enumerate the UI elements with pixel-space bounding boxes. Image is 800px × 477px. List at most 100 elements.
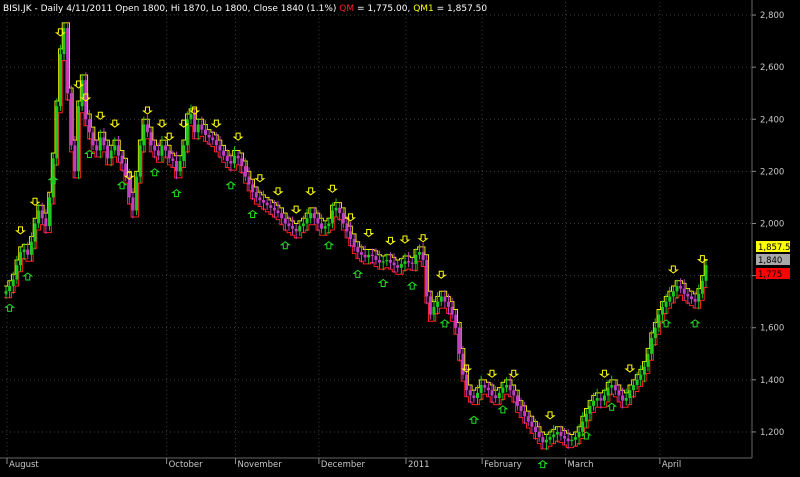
candle-body[interactable] [145, 124, 149, 133]
candle-body[interactable] [116, 145, 120, 156]
candle-body[interactable] [461, 353, 465, 375]
candle-body[interactable] [203, 129, 207, 135]
candle-body[interactable] [417, 252, 421, 255]
candle-body[interactable] [29, 241, 33, 255]
candle-body[interactable] [40, 210, 44, 219]
candle-body[interactable] [193, 114, 197, 133]
candle-body[interactable] [421, 252, 425, 260]
candle-body[interactable] [58, 54, 62, 107]
candle-body[interactable] [153, 145, 157, 151]
candle-body[interactable] [650, 338, 654, 354]
candle-body[interactable] [617, 390, 621, 396]
candle-body[interactable] [276, 210, 280, 214]
candle-body[interactable] [113, 145, 117, 151]
candle-body[interactable] [48, 197, 52, 227]
candle-body[interactable] [425, 259, 429, 297]
candle-body[interactable] [287, 223, 291, 227]
candle-body[interactable] [675, 286, 679, 292]
candle-body[interactable] [334, 207, 338, 211]
candle-body[interactable] [138, 145, 142, 177]
candle-body[interactable] [599, 398, 603, 401]
candle-body[interactable] [135, 176, 139, 211]
candle-body[interactable] [432, 306, 436, 315]
candle-body[interactable] [512, 390, 516, 396]
stock-chart-window[interactable]: 1,2001,4001,6001,8002,0002,2002,4002,600… [0, 0, 800, 477]
candle-body[interactable] [55, 106, 59, 159]
candle-body[interactable] [258, 197, 262, 201]
candle-body[interactable] [505, 385, 509, 388]
candle-body[interactable] [182, 145, 186, 161]
candle-body[interactable] [653, 327, 657, 339]
candle-body[interactable] [265, 202, 269, 206]
candle-body[interactable] [102, 137, 106, 146]
candle-body[interactable] [26, 249, 30, 255]
candle-body[interactable] [573, 437, 577, 440]
candle-body[interactable] [635, 379, 639, 386]
candle-body[interactable] [606, 387, 610, 396]
candle-body[interactable] [468, 390, 472, 396]
candle-body[interactable] [149, 132, 153, 146]
candle-body[interactable] [396, 265, 400, 268]
candle-body[interactable] [403, 261, 407, 264]
candle-body[interactable] [269, 205, 273, 208]
candle-body[interactable] [4, 291, 8, 294]
candle-body[interactable] [124, 163, 128, 177]
candle-body[interactable] [142, 124, 146, 146]
candle-body[interactable] [236, 155, 240, 159]
candle-body[interactable] [450, 306, 454, 315]
candle-body[interactable] [218, 145, 222, 151]
candle-body[interactable] [316, 218, 320, 224]
candle-body[interactable] [483, 385, 487, 388]
candle-body[interactable] [243, 166, 247, 177]
candle-body[interactable] [501, 387, 505, 393]
candle-body[interactable] [222, 150, 226, 156]
candle-body[interactable] [80, 80, 84, 107]
candle-body[interactable] [446, 301, 450, 307]
candle-body[interactable] [570, 439, 574, 442]
candle-body[interactable] [167, 150, 171, 159]
candle-body[interactable] [19, 252, 23, 266]
candle-body[interactable] [563, 435, 567, 439]
candle-body[interactable] [106, 145, 110, 159]
candle-body[interactable] [381, 261, 385, 263]
candle-body[interactable] [541, 437, 545, 443]
candle-body[interactable] [120, 155, 124, 164]
candle-body[interactable] [508, 385, 512, 391]
candlestick-chart[interactable]: 1,2001,4001,6001,8002,0002,2002,4002,600… [0, 0, 800, 477]
candle-body[interactable] [156, 150, 160, 156]
candle-body[interactable] [73, 145, 77, 172]
candle-body[interactable] [37, 210, 41, 224]
candle-body[interactable] [363, 254, 367, 258]
candle-body[interactable] [515, 395, 519, 406]
candle-body[interactable] [160, 145, 164, 156]
candle-body[interactable] [646, 353, 650, 367]
candle-body[interactable] [367, 254, 371, 258]
candle-body[interactable] [174, 160, 178, 172]
candle-body[interactable] [196, 124, 200, 133]
candle-body[interactable] [639, 374, 643, 380]
candle-body[interactable] [523, 411, 527, 417]
candle-body[interactable] [207, 134, 211, 138]
candle-body[interactable] [628, 390, 632, 399]
candle-body[interactable] [392, 262, 396, 266]
candle-body[interactable] [370, 254, 374, 257]
candle-body[interactable] [657, 314, 661, 328]
candle-body[interactable] [44, 218, 48, 227]
candle-body[interactable] [323, 226, 327, 229]
candle-body[interactable] [15, 265, 19, 280]
candle-body[interactable] [254, 192, 258, 198]
candle-body[interactable] [91, 132, 95, 146]
candle-body[interactable] [407, 261, 411, 263]
candle-body[interactable] [689, 296, 693, 300]
candle-body[interactable] [457, 327, 461, 354]
candle-body[interactable] [526, 416, 530, 422]
candle-body[interactable] [613, 385, 617, 391]
candle-body[interactable] [555, 431, 559, 435]
candle-body[interactable] [8, 286, 12, 292]
candle-body[interactable] [414, 254, 418, 264]
candle-body[interactable] [385, 259, 389, 262]
candle-body[interactable] [559, 431, 563, 436]
candle-body[interactable] [374, 256, 378, 260]
candle-body[interactable] [443, 296, 447, 302]
candle-body[interactable] [439, 296, 443, 302]
